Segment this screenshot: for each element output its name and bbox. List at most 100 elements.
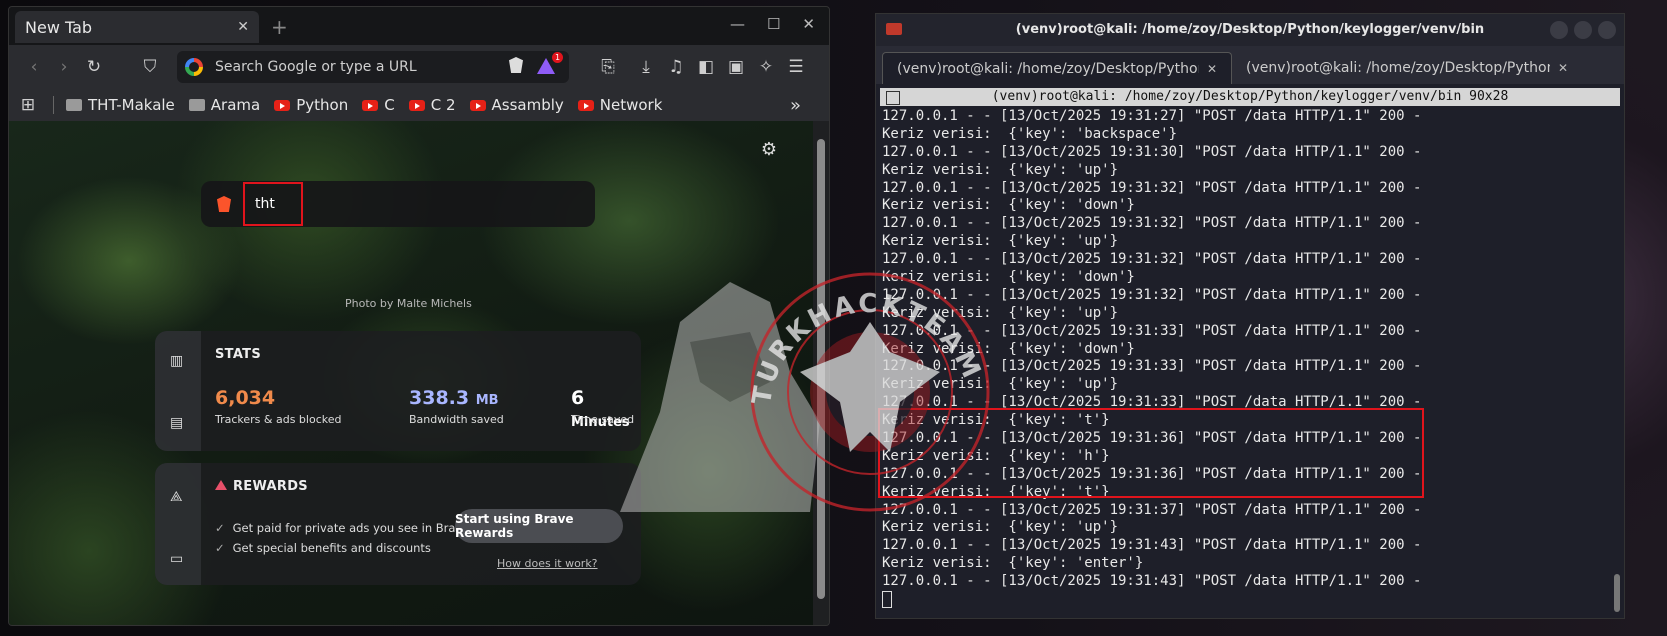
apps-grid-icon[interactable]: ⊞ — [13, 95, 43, 115]
menu-icon[interactable]: ☰ — [781, 57, 811, 77]
bookmark-item[interactable]: Arama — [188, 96, 261, 114]
reload-icon[interactable]: ↻ — [79, 57, 109, 77]
benefit-text: Get paid for private ads you see in Brav… — [232, 521, 470, 535]
divider — [53, 96, 54, 114]
terminal-tab-label: (venv)root@kali: /home/zoy/Desktop/Pytho… — [1246, 60, 1550, 76]
terminal-line: Keriz verisi: {'key': 'up'} — [882, 304, 1119, 321]
tab-close-icon[interactable]: ✕ — [237, 19, 249, 35]
terminal-line: Keriz verisi: {'key': 'up'} — [882, 233, 1119, 250]
how-does-it-work-link[interactable]: How does it work? — [497, 557, 598, 570]
youtube-icon — [362, 99, 379, 111]
bookmark-item[interactable]: Assambly — [469, 96, 564, 114]
brave-shields-icon[interactable] — [509, 57, 523, 73]
terminal-tab-bar: (venv)root@kali: /home/zoy/Desktop/Pytho… — [876, 46, 1624, 84]
bookmark-item[interactable]: C 2 — [408, 96, 456, 114]
brave-logo-icon — [217, 196, 231, 212]
terminal-line: Keriz verisi: {'key': 'up'} — [882, 376, 1119, 393]
terminal-window-controls — [1550, 21, 1616, 39]
download-icon[interactable]: ⤓ — [631, 57, 661, 77]
terminal-tab-2[interactable]: (venv)root@kali: /home/zoy/Desktop/Pytho… — [1232, 52, 1582, 84]
bookmark-item[interactable]: Network — [577, 96, 662, 114]
sidebar-icon[interactable]: ◧ — [691, 57, 721, 77]
rewards-benefit: ✓ Get paid for private ads you see in Bra… — [215, 521, 469, 535]
bookmark-label: C 2 — [430, 96, 456, 114]
bandwidth-value: 338.3 — [409, 387, 470, 409]
terminal-line: 127.0.0.1 - - [13/Oct/2025 19:31:32] "PO… — [882, 286, 1422, 303]
close-window-icon[interactable] — [1598, 21, 1616, 39]
terminal-prompt[interactable] — [882, 591, 1610, 609]
photo-credit[interactable]: Photo by Malte Michels — [345, 297, 472, 310]
terminal-line: 127.0.0.1 - - [13/Oct/2025 19:31:33] "PO… — [882, 358, 1422, 375]
new-tab-button[interactable]: + — [271, 15, 288, 39]
bookmark-item[interactable]: Python — [274, 96, 348, 114]
google-icon — [185, 58, 203, 76]
bookmark-label: THT-Makale — [88, 96, 175, 114]
terminal-line: 127.0.0.1 - - [13/Oct/2025 19:31:32] "PO… — [882, 215, 1422, 232]
browser-titlebar: New Tab ✕ + — ☐ ✕ — [9, 7, 829, 45]
terminal-line: Keriz verisi: {'key': 'down'} — [882, 197, 1135, 214]
url-bar[interactable]: Search Google or type a URL 1 — [177, 51, 569, 83]
terminal-scrollbar[interactable] — [1614, 574, 1620, 612]
ntp-search-box[interactable]: tht — [201, 181, 595, 227]
check-icon: ✓ — [215, 541, 225, 555]
youtube-icon — [408, 99, 425, 111]
close-window-icon[interactable]: ✕ — [802, 15, 815, 33]
page-scrollbar[interactable] — [813, 121, 829, 625]
stats-card: ▥ ▤ STATS 6,034 Trackers & ads blocked 3… — [155, 331, 641, 451]
bandwidth-stat: 338.3 MB — [409, 387, 499, 409]
terminal-session-title: (venv)root@kali: /home/zoy/Desktop/Pytho… — [991, 89, 1509, 104]
terminal-session-header: (venv)root@kali: /home/zoy/Desktop/Pytho… — [880, 88, 1620, 106]
more-bookmarks-button[interactable]: » — [790, 95, 801, 116]
forward-icon[interactable]: › — [49, 57, 79, 77]
minimize-icon[interactable] — [1550, 21, 1568, 39]
new-tab-page: ⚙ tht Photo by Malte Michels ▥ ▤ STATS 6… — [9, 121, 813, 625]
bar-chart-icon[interactable]: ▥ — [170, 353, 183, 369]
video-icon[interactable]: ▭ — [170, 551, 183, 567]
wallet-search-icon[interactable]: ⎘ — [593, 57, 623, 77]
tab-title: New Tab — [25, 17, 93, 37]
close-icon[interactable]: ✕ — [1558, 61, 1568, 75]
terminal-line: Keriz verisi: {'key': 'down'} — [882, 340, 1135, 357]
bookmark-list: THT-Makale Arama Python C C 2 Assambly N… — [66, 96, 676, 114]
bookmark-item[interactable]: THT-Makale — [66, 96, 175, 114]
terminal-tab-1[interactable]: (venv)root@kali: /home/zoy/Desktop/Pytho… — [882, 52, 1232, 84]
minimize-icon[interactable]: — — [730, 15, 745, 33]
terminal-line: 127.0.0.1 - - [13/Oct/2025 19:31:27] "PO… — [882, 108, 1422, 124]
terminal-line: Keriz verisi: {'key': 'up'} — [882, 519, 1119, 536]
terminal-output[interactable]: 127.0.0.1 - - [13/Oct/2025 19:31:27] "PO… — [882, 108, 1610, 609]
terminal-line: Keriz verisi: {'key': 'backspace'} — [882, 125, 1178, 142]
start-rewards-button[interactable]: Start using Brave Rewards — [455, 509, 623, 543]
gear-icon[interactable]: ⚙ — [761, 139, 777, 160]
terminal-line: 127.0.0.1 - - [13/Oct/2025 19:31:43] "PO… — [882, 537, 1422, 554]
leo-ai-icon[interactable]: ✧ — [751, 57, 781, 77]
scrollbar-thumb[interactable] — [817, 139, 825, 599]
time-value: 6 — [571, 387, 585, 409]
tab-new-tab[interactable]: New Tab ✕ — [15, 11, 259, 43]
bookmark-label: C — [384, 96, 395, 114]
media-icon[interactable]: ♫ — [661, 57, 691, 77]
maximize-icon[interactable] — [1574, 21, 1592, 39]
bookmark-icon[interactable]: ⛉ — [135, 57, 165, 77]
bookmark-label: Arama — [210, 96, 261, 114]
bandwidth-label: Bandwidth saved — [409, 413, 504, 426]
news-icon[interactable]: ▤ — [170, 415, 183, 431]
terminal-line: 127.0.0.1 - - [13/Oct/2025 19:31:33] "PO… — [882, 322, 1422, 339]
bookmark-label: Assambly — [491, 96, 564, 114]
search-input[interactable]: tht — [243, 182, 303, 226]
close-icon[interactable]: ✕ — [1207, 62, 1217, 76]
terminal-tab-label: (venv)root@kali: /home/zoy/Desktop/Pytho… — [897, 60, 1199, 77]
time-label: Time saved — [571, 413, 635, 426]
maximize-icon[interactable]: ☐ — [767, 15, 780, 33]
terminal-line: 127.0.0.1 - - [13/Oct/2025 19:31:32] "PO… — [882, 251, 1422, 268]
check-icon: ✓ — [215, 521, 225, 535]
wallet-icon[interactable]: ▣ — [721, 57, 751, 77]
bookmark-label: Python — [296, 96, 349, 114]
trackers-label: Trackers & ads blocked — [215, 413, 342, 426]
bookmark-item[interactable]: C — [362, 96, 395, 114]
rewards-benefit: ✓ Get special benefits and discounts — [215, 541, 431, 555]
trackers-value: 6,034 — [215, 387, 276, 409]
split-view-icon[interactable] — [886, 91, 900, 105]
back-icon[interactable]: ‹ — [19, 57, 49, 77]
rewards-triangle-icon[interactable]: ⟁ — [170, 489, 183, 505]
browser-window: New Tab ✕ + — ☐ ✕ ‹ › ↻ ⛉ Search Google … — [8, 6, 830, 626]
